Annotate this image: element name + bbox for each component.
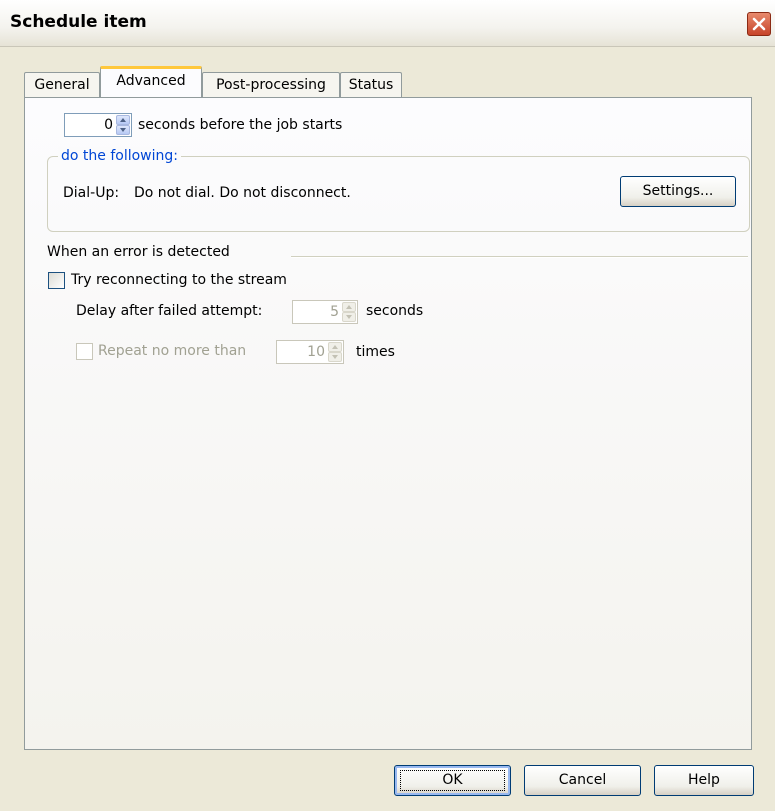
delay-after-label: Delay after failed attempt:	[76, 303, 263, 319]
spin-down-button[interactable]	[116, 125, 130, 135]
delay-after-spinner[interactable]: 5	[292, 300, 358, 324]
arrow-up-icon	[346, 305, 352, 309]
settings-button-label: Settings...	[642, 183, 714, 199]
start-delay-label: seconds before the job starts	[138, 117, 343, 133]
repeat-unit: times	[356, 344, 395, 360]
spin-down-button[interactable]	[328, 352, 342, 362]
tab-post-processing[interactable]: Post-processing	[202, 72, 340, 98]
spin-up-button[interactable]	[116, 115, 130, 125]
tab-status-label: Status	[348, 77, 394, 93]
arrow-up-icon	[332, 345, 338, 349]
arrow-up-icon	[120, 118, 126, 122]
repeat-spinner[interactable]: 10	[276, 340, 344, 364]
dialup-value: Do not dial. Do not disconnect.	[134, 185, 351, 201]
start-delay-value: 0	[104, 117, 113, 133]
repeat-checkbox-label[interactable]: Repeat no more than	[98, 343, 246, 359]
dialup-label: Dial-Up:	[63, 185, 120, 201]
spin-up-button[interactable]	[342, 302, 356, 312]
repeat-value: 10	[307, 344, 325, 360]
close-icon	[752, 17, 766, 31]
repeat-checkbox[interactable]	[76, 343, 93, 360]
tab-status[interactable]: Status	[340, 72, 402, 98]
arrow-down-icon	[332, 355, 338, 359]
start-delay-spinner[interactable]: 0	[64, 113, 132, 137]
section-divider	[291, 256, 748, 258]
error-section-label: When an error is detected	[47, 244, 230, 260]
close-button[interactable]	[747, 12, 771, 36]
reconnect-checkbox[interactable]	[48, 272, 65, 289]
cancel-button[interactable]: Cancel	[524, 765, 641, 796]
settings-button[interactable]: Settings...	[620, 176, 736, 207]
delay-after-value: 5	[330, 304, 339, 320]
group-title: do the following:	[58, 147, 181, 165]
tab-post-processing-label: Post-processing	[216, 77, 326, 93]
cancel-button-label: Cancel	[558, 772, 607, 788]
arrow-down-icon	[120, 128, 126, 132]
tab-general-label: General	[34, 77, 90, 93]
spin-down-button[interactable]	[342, 312, 356, 322]
reconnect-checkbox-label[interactable]: Try reconnecting to the stream	[71, 272, 287, 288]
focus-ring	[400, 770, 505, 791]
window-title: Schedule item	[10, 12, 147, 32]
delay-after-unit: seconds	[366, 303, 424, 319]
ok-button[interactable]: OK	[394, 765, 511, 796]
tab-advanced[interactable]: Advanced	[100, 66, 202, 97]
title-bar: Schedule item	[0, 0, 775, 47]
arrow-down-icon	[346, 315, 352, 319]
help-button[interactable]: Help	[654, 765, 754, 796]
spin-up-button[interactable]	[328, 342, 342, 352]
tab-general[interactable]: General	[24, 72, 100, 98]
tab-advanced-label: Advanced	[116, 73, 186, 89]
schedule-item-dialog: Schedule item General Advanced Post-proc…	[0, 0, 775, 811]
help-button-label: Help	[688, 772, 720, 788]
